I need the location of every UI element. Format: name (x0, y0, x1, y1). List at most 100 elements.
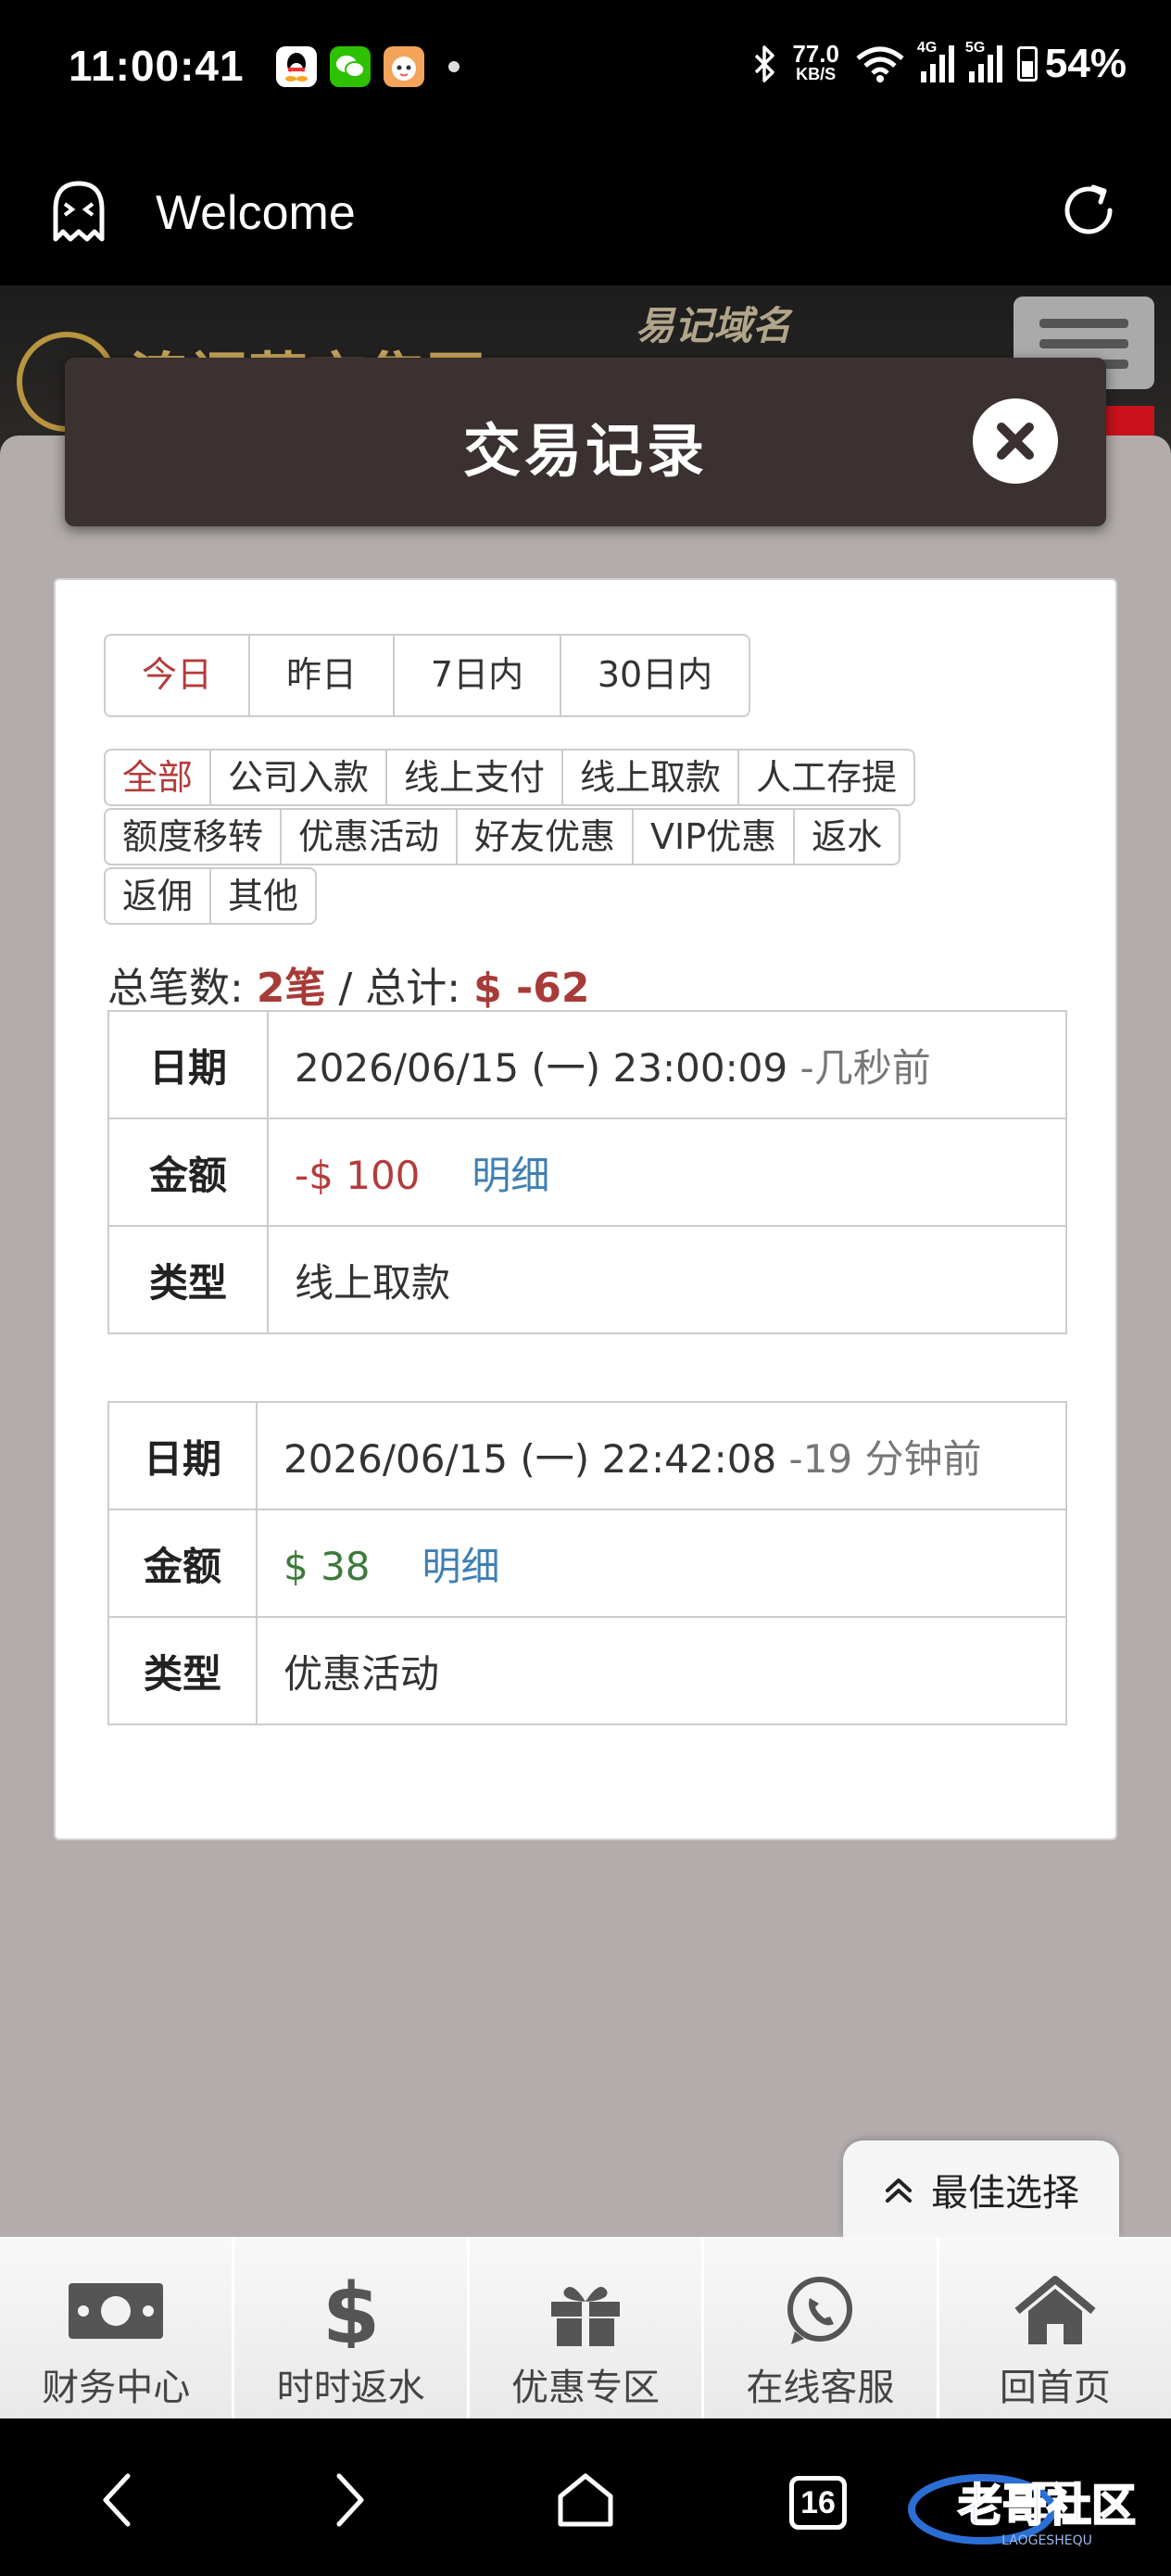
date-cell: 2026/06/15 (一) 23:00:09 -几秒前 (267, 1010, 1067, 1119)
browser-title: Welcome (156, 186, 356, 240)
nav-label: 时时返水 (276, 2367, 425, 2409)
nav-rebate[interactable]: $ 时时返水 (234, 2237, 470, 2418)
signal-4g-icon: 4G (917, 40, 954, 82)
detail-link[interactable]: 明细 (422, 1544, 500, 1589)
nav-promotions[interactable]: 优惠专区 (469, 2237, 705, 2418)
wifi-icon (856, 46, 904, 82)
table-row: 金额 $ 38 明细 (107, 1509, 1067, 1618)
tag-manual-deposit-withdraw[interactable]: 人工存提 (737, 749, 916, 806)
transaction-panel: 今日 昨日 7日内 30日内 全部 公司入款 线上支付 线上取款 人工存提 额度… (54, 578, 1117, 1840)
type-value: 线上取款 (267, 1225, 1067, 1334)
type-filter-tags: 全部 公司入款 线上支付 线上取款 人工存提 额度移转 优惠活动 好友优惠 VI… (104, 749, 1030, 927)
close-icon (997, 423, 1034, 460)
reload-icon[interactable] (1058, 180, 1119, 241)
qq-icon (276, 46, 317, 87)
type-key: 类型 (107, 1225, 269, 1334)
bluetooth-icon (755, 45, 775, 82)
tag-online-payment[interactable]: 线上支付 (385, 749, 564, 806)
date-value: 2026/06/15 (一) 23:00:09 (295, 1044, 788, 1091)
nav-label: 财务中心 (42, 2367, 191, 2409)
summary-separator: / (325, 965, 366, 1012)
tab-today[interactable]: 今日 (106, 636, 250, 715)
forward-button[interactable] (313, 2463, 387, 2537)
tag-vip-bonus[interactable]: VIP优惠 (632, 808, 796, 865)
nav-finance-center[interactable]: 财务中心 (0, 2237, 235, 2418)
table-row: 类型 优惠活动 (107, 1616, 1067, 1725)
best-choice-label: 最佳选择 (931, 2172, 1079, 2215)
date-key: 日期 (107, 1010, 269, 1119)
home-button[interactable] (548, 2463, 623, 2537)
chevron-right-icon (336, 2473, 364, 2527)
status-right: 77.0 KB/S 4G 5G 54% (753, 40, 1127, 87)
record-table: 日期 2026/06/15 (一) 23:00:09 -几秒前 金额 -$ 10… (107, 1010, 1067, 1334)
gift-icon (551, 2287, 621, 2346)
record-table: 日期 2026/06/15 (一) 22:42:08 -19 分钟前 金额 $ … (107, 1401, 1067, 1725)
detail-link[interactable]: 明细 (472, 1153, 549, 1198)
tag-all[interactable]: 全部 (104, 749, 212, 806)
tag-company-deposit[interactable]: 公司入款 (209, 749, 388, 806)
type-key: 类型 (107, 1616, 258, 1725)
date-key: 日期 (107, 1401, 258, 1510)
table-row: 类型 线上取款 (107, 1225, 1067, 1334)
amount-key: 金额 (107, 1509, 258, 1618)
nav-home[interactable]: 回首页 (938, 2237, 1171, 2418)
total-value: $ -62 (473, 965, 590, 1012)
tag-credit-transfer[interactable]: 额度移转 (104, 808, 283, 865)
date-cell: 2026/06/15 (一) 22:42:08 -19 分钟前 (256, 1401, 1067, 1510)
tag-row: 返佣 其他 (104, 867, 1030, 925)
svg-text:$: $ (321, 2274, 380, 2348)
battery-indicator: 54% (1016, 41, 1127, 87)
amount-value: -$ 100 (295, 1152, 421, 1198)
count-value: 2笔 (256, 965, 326, 1012)
watermark-logo: 老哥社区 LAOGESHEQU (908, 2474, 1137, 2548)
amount-key: 金额 (107, 1118, 269, 1227)
wechat-icon (330, 46, 371, 87)
date-range-tabs: 今日 昨日 7日内 30日内 (104, 634, 750, 717)
browser-header: Welcome (0, 139, 1171, 285)
whatsapp-icon (787, 2277, 853, 2344)
summary: 总笔数: 2笔 / 总计: $ -62 (107, 954, 590, 1014)
more-notifications-dot (448, 61, 460, 72)
close-button[interactable] (973, 398, 1058, 484)
nav-label: 优惠专区 (511, 2367, 661, 2409)
status-time: 11:00:41 (69, 42, 245, 90)
tag-friend-bonus[interactable]: 好友优惠 (456, 808, 635, 865)
notification-icons (276, 46, 460, 87)
table-row: 金额 -$ 100 明细 (107, 1118, 1067, 1227)
amount-cell: -$ 100 明细 (267, 1118, 1067, 1227)
back-button[interactable] (80, 2463, 154, 2537)
dollar-icon: $ (321, 2274, 380, 2348)
watermark-subtext: LAOGESHEQU (1001, 2533, 1092, 2548)
modal-header: 交易记录 (65, 358, 1106, 526)
tab-30-days[interactable]: 30日内 (561, 636, 749, 715)
amount-cell: $ 38 明细 (256, 1509, 1067, 1618)
chevron-left-icon (103, 2473, 131, 2527)
tag-commission[interactable]: 返佣 (104, 867, 212, 925)
nav-customer-service[interactable]: 在线客服 (704, 2237, 939, 2418)
tab-count-button[interactable]: 16 (789, 2476, 847, 2530)
type-value: 优惠活动 (256, 1616, 1067, 1725)
tag-row: 全部 公司入款 线上支付 线上取款 人工存提 (104, 749, 1030, 806)
double-chevron-up-icon (886, 2178, 912, 2203)
ghost-icon[interactable] (48, 178, 109, 245)
battery-icon (1016, 46, 1038, 82)
tag-other[interactable]: 其他 (209, 867, 318, 925)
nav-label: 回首页 (999, 2367, 1111, 2409)
tag-promotions[interactable]: 优惠活动 (280, 808, 459, 865)
bottom-nav: 财务中心 $ 时时返水 优惠专区 在线客服 回首页 (0, 2237, 1171, 2418)
home-outline-icon (558, 2473, 613, 2527)
money-icon (69, 2283, 164, 2339)
cat-app-icon (384, 46, 424, 87)
tab-yesterday[interactable]: 昨日 (250, 636, 395, 715)
tab-7-days[interactable]: 7日内 (395, 636, 561, 715)
count-label: 总笔数: (107, 965, 244, 1012)
amount-value: $ 38 (283, 1543, 371, 1589)
table-row: 日期 2026/06/15 (一) 23:00:09 -几秒前 (107, 1010, 1067, 1119)
table-row: 日期 2026/06/15 (一) 22:42:08 -19 分钟前 (107, 1401, 1067, 1510)
site-domain-label: 易记域名 (636, 303, 792, 348)
tag-online-withdrawal[interactable]: 线上取款 (561, 749, 740, 806)
tag-rebate[interactable]: 返水 (793, 808, 901, 865)
date-value: 2026/06/15 (一) 22:42:08 (283, 1435, 777, 1482)
best-choice-button[interactable]: 最佳选择 (843, 2140, 1119, 2239)
status-bar: 11:00:41 77.0 KB/S 4G 5G 54% (0, 0, 1171, 139)
